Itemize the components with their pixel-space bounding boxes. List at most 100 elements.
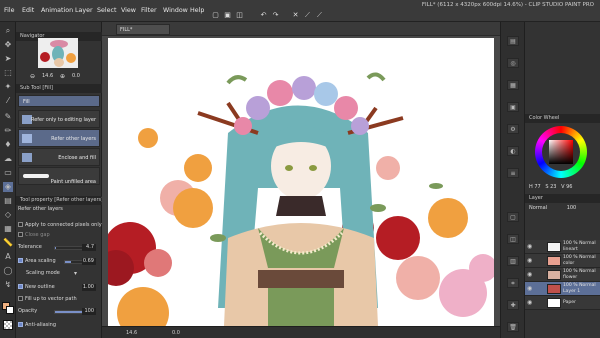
save-icon[interactable]: ◫ [234,10,245,21]
selection-tool-icon[interactable]: ⬚ [3,68,13,78]
pencil-tool-icon[interactable]: ✏ [3,126,13,136]
move-tool-icon[interactable]: ✥ [3,40,13,50]
new-outline-checkbox[interactable] [18,284,23,289]
new-outline-value[interactable]: 1.00 [82,284,96,291]
panel-icon[interactable]: ✚ [507,300,519,310]
apply-connected-checkbox[interactable] [18,222,23,227]
navigator-preview[interactable] [38,38,78,68]
scaling-mode-dropdown-icon[interactable]: ▾ [74,270,77,277]
panel-icon[interactable]: ≡ [507,168,519,178]
area-scaling-slider[interactable] [64,260,84,264]
menu-view[interactable]: View [121,7,136,14]
canvas-tab-fill[interactable]: FILL* [116,24,170,35]
menu-edit[interactable]: Edit [22,7,34,14]
panel-icon[interactable]: ▦ [507,80,519,90]
opacity-value[interactable]: 100 [82,308,96,315]
close-gap-row[interactable]: Close gap [18,232,100,241]
airbrush-tool-icon[interactable]: ☁ [3,154,13,164]
eyedropper-tool-icon[interactable]: ⁄ [3,96,13,106]
zoom-value[interactable]: 14.6 [42,73,53,79]
hue-value[interactable]: 77 [534,184,540,190]
eye-icon[interactable]: ◉ [527,285,532,292]
scaling-mode-row[interactable]: Scaling mode ▾ [18,270,100,279]
eye-icon[interactable]: ◉ [527,271,532,278]
layer-opacity-value[interactable]: 100 [567,205,577,211]
menu-filter[interactable]: Filter [141,7,157,14]
layer-row[interactable]: ◉ 100 % Normal color [525,254,600,268]
panel-icon[interactable]: ◐ [507,146,519,156]
auto-select-tool-icon[interactable]: ✦ [3,82,13,92]
menu-layer[interactable]: Layer [75,7,93,14]
frame-tool-icon[interactable]: ▦ [3,224,13,234]
menu-help[interactable]: Help [190,7,204,14]
panel-icon[interactable]: ◫ [507,234,519,244]
subtool-enclose-and-fill[interactable]: Enclose and fill [18,148,100,166]
figure-tool-icon[interactable]: ◇ [3,210,13,220]
angle-value[interactable]: 0.0 [72,73,80,79]
panel-icon[interactable]: 🗑 [507,322,519,332]
clear-icon[interactable]: ✕ [290,10,301,21]
panel-icon[interactable]: ⚙ [507,124,519,134]
panel-icon[interactable]: ▥ [507,256,519,266]
layer-row[interactable]: ◉ 100 % Normal Layer 1 [525,282,600,296]
canvas-artwork[interactable] [108,38,494,326]
opacity-slider[interactable] [54,310,84,314]
blend-mode-select[interactable]: Normal [529,205,547,211]
sub-color-swatch[interactable] [6,306,14,314]
sat-value[interactable]: 23 [550,184,556,190]
open-icon[interactable]: ▣ [222,10,233,21]
subtool-paint-unfilled-area[interactable]: Paint unfilled area [18,167,100,185]
subtool-group-fill[interactable]: Fill [18,95,100,107]
menu-file[interactable]: File [4,7,15,14]
snap-ruler-icon[interactable]: ⟋ [314,10,325,21]
transparent-swatch[interactable] [3,320,13,330]
balloon-tool-icon[interactable]: ◯ [3,266,13,276]
eraser-tool-icon[interactable]: ▭ [3,168,13,178]
menu-window[interactable]: Window [163,7,188,14]
fill-vector-checkbox[interactable] [18,296,23,301]
fill-tool-icon[interactable]: ◈ [3,182,13,192]
new-icon[interactable]: ▢ [210,10,221,21]
eye-icon[interactable]: ◉ [527,243,532,250]
layer-row[interactable]: ◉ 100 % Normal flower [525,268,600,282]
snap-icon[interactable]: ⟋ [302,10,313,21]
gradient-tool-icon[interactable]: ▤ [3,196,13,206]
layer-row[interactable]: ◉ Paper [525,296,600,310]
tolerance-value[interactable]: 4.7 [82,244,96,251]
eye-icon[interactable]: ◉ [527,257,532,264]
menu-select[interactable]: Select [97,7,116,14]
redo-icon[interactable]: ↷ [270,10,281,21]
panel-icon[interactable]: ◎ [507,58,519,68]
operation-tool-icon[interactable]: ➤ [3,54,13,64]
panel-icon[interactable]: ▢ [507,212,519,222]
color-wheel[interactable] [535,126,587,178]
text-tool-icon[interactable]: A [3,252,13,262]
undo-icon[interactable]: ↶ [258,10,269,21]
zoom-out-icon[interactable]: ⊖ [30,73,35,80]
ruler-tool-icon[interactable]: 📏 [3,238,13,248]
menu-animation[interactable]: Animation [41,7,73,14]
pen-tool-icon[interactable]: ✎ [3,112,13,122]
panel-icon[interactable]: ▤ [507,36,519,46]
tolerance-slider[interactable] [54,246,84,250]
saturation-value-square[interactable] [549,140,573,164]
brush-tool-icon[interactable]: ♦ [3,140,13,150]
close-gap-checkbox[interactable] [18,232,23,237]
anti-aliasing-checkbox[interactable] [18,322,23,327]
eye-icon[interactable]: ◉ [527,299,532,306]
zoom-in-icon[interactable]: ⊕ [60,73,65,80]
correct-line-tool-icon[interactable]: ↯ [3,280,13,290]
status-angle[interactable]: 0.0 [172,330,180,336]
layer-row[interactable]: ◉ 100 % Normal lineart [525,240,600,254]
status-zoom[interactable]: 14.6 [126,330,137,336]
apply-connected-row[interactable]: Apply to connected pixels only [18,222,102,231]
area-scaling-value[interactable]: 0.69 [82,258,96,265]
subtool-refer-other-layers[interactable]: Refer other layers [18,129,100,147]
area-scaling-checkbox[interactable] [18,258,23,263]
panel-icon[interactable]: ▣ [507,102,519,112]
val-value[interactable]: 96 [566,184,572,190]
panel-icon[interactable]: ⌗ [507,278,519,288]
zoom-tool-icon[interactable]: ⌕ [3,26,13,36]
anti-aliasing-row[interactable]: Anti-aliasing [18,322,100,331]
fill-vector-row[interactable]: Fill up to vector path [18,296,100,305]
